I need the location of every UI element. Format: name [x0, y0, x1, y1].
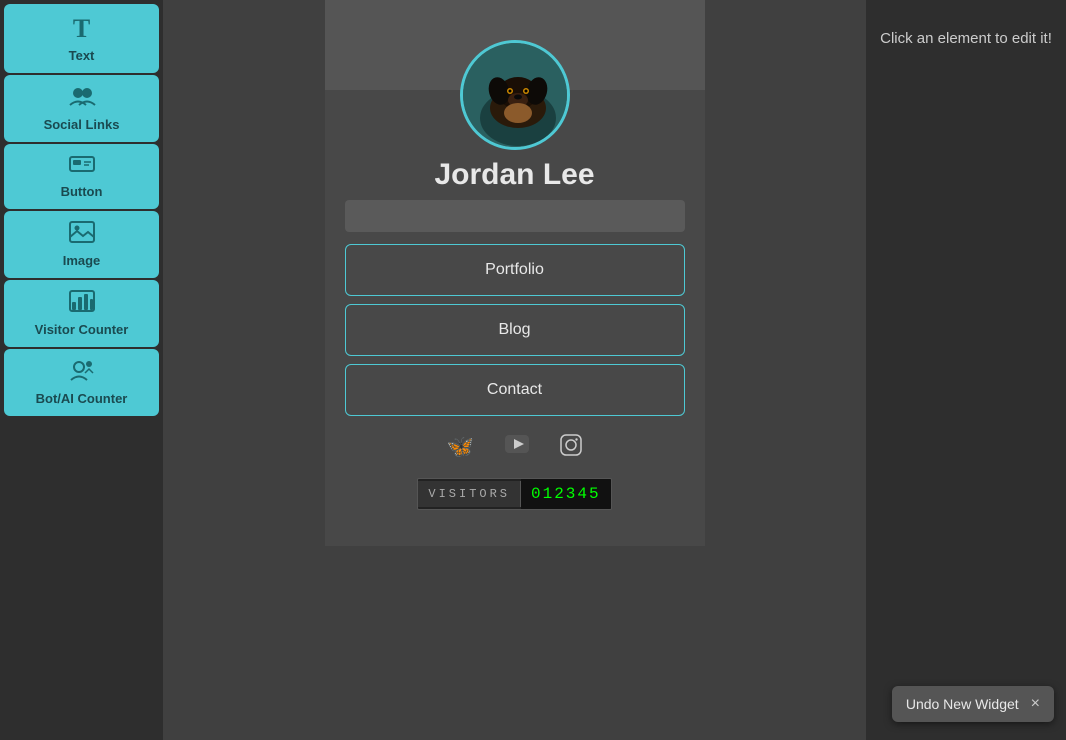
avatar[interactable]: [460, 40, 570, 150]
sidebar-item-text[interactable]: T Text: [4, 4, 159, 73]
sidebar-item-social-links[interactable]: Social Links: [4, 75, 159, 142]
social-links-icon: [68, 85, 96, 113]
link-buttons: Portfolio Blog Contact: [345, 244, 685, 416]
sidebar-item-image[interactable]: Image: [4, 211, 159, 278]
butterfly-icon[interactable]: 🦋: [447, 434, 474, 462]
contact-button[interactable]: Contact: [345, 364, 685, 416]
undo-toast: Undo New Widget ×: [892, 686, 1054, 722]
visitor-counter: VISITORS 012345: [417, 478, 611, 510]
canvas: Jordan Lee Portfolio Blog Contact 🦋: [163, 0, 866, 740]
click-hint: Click an element to edit it!: [880, 30, 1052, 47]
visitor-counter-icon: [69, 290, 95, 318]
youtube-icon[interactable]: [504, 434, 530, 462]
undo-close-button[interactable]: ×: [1031, 696, 1040, 712]
text-icon: T: [73, 14, 90, 44]
social-icons-row: 🦋: [447, 434, 582, 462]
image-icon: [69, 221, 95, 249]
profile-bio-bar[interactable]: [345, 200, 685, 232]
sidebar-item-social-links-label: Social Links: [44, 117, 120, 132]
sidebar-item-button-label: Button: [61, 184, 103, 199]
sidebar-item-visitor-counter[interactable]: Visitor Counter: [4, 280, 159, 347]
profile-name[interactable]: Jordan Lee: [434, 158, 594, 192]
sidebar-item-bot-ai-counter-label: Bot/AI Counter: [36, 391, 128, 406]
sidebar-item-image-label: Image: [63, 253, 101, 268]
blog-button[interactable]: Blog: [345, 304, 685, 356]
sidebar-item-text-label: Text: [69, 48, 95, 63]
visitors-count: 012345: [521, 479, 611, 509]
sidebar-item-bot-ai-counter[interactable]: Bot/AI Counter: [4, 349, 159, 416]
right-panel: Click an element to edit it!: [866, 0, 1066, 740]
bot-ai-counter-icon: [69, 359, 95, 387]
profile-area: Jordan Lee Portfolio Blog Contact 🦋: [325, 90, 705, 546]
sidebar-item-button[interactable]: Button: [4, 144, 159, 209]
portfolio-button[interactable]: Portfolio: [345, 244, 685, 296]
instagram-icon[interactable]: [560, 434, 582, 462]
visitors-label: VISITORS: [418, 481, 521, 507]
sidebar: T Text Social Links Button: [0, 0, 163, 740]
sidebar-item-visitor-counter-label: Visitor Counter: [35, 322, 129, 337]
button-icon: [69, 154, 95, 180]
undo-toast-label: Undo New Widget: [906, 696, 1019, 712]
